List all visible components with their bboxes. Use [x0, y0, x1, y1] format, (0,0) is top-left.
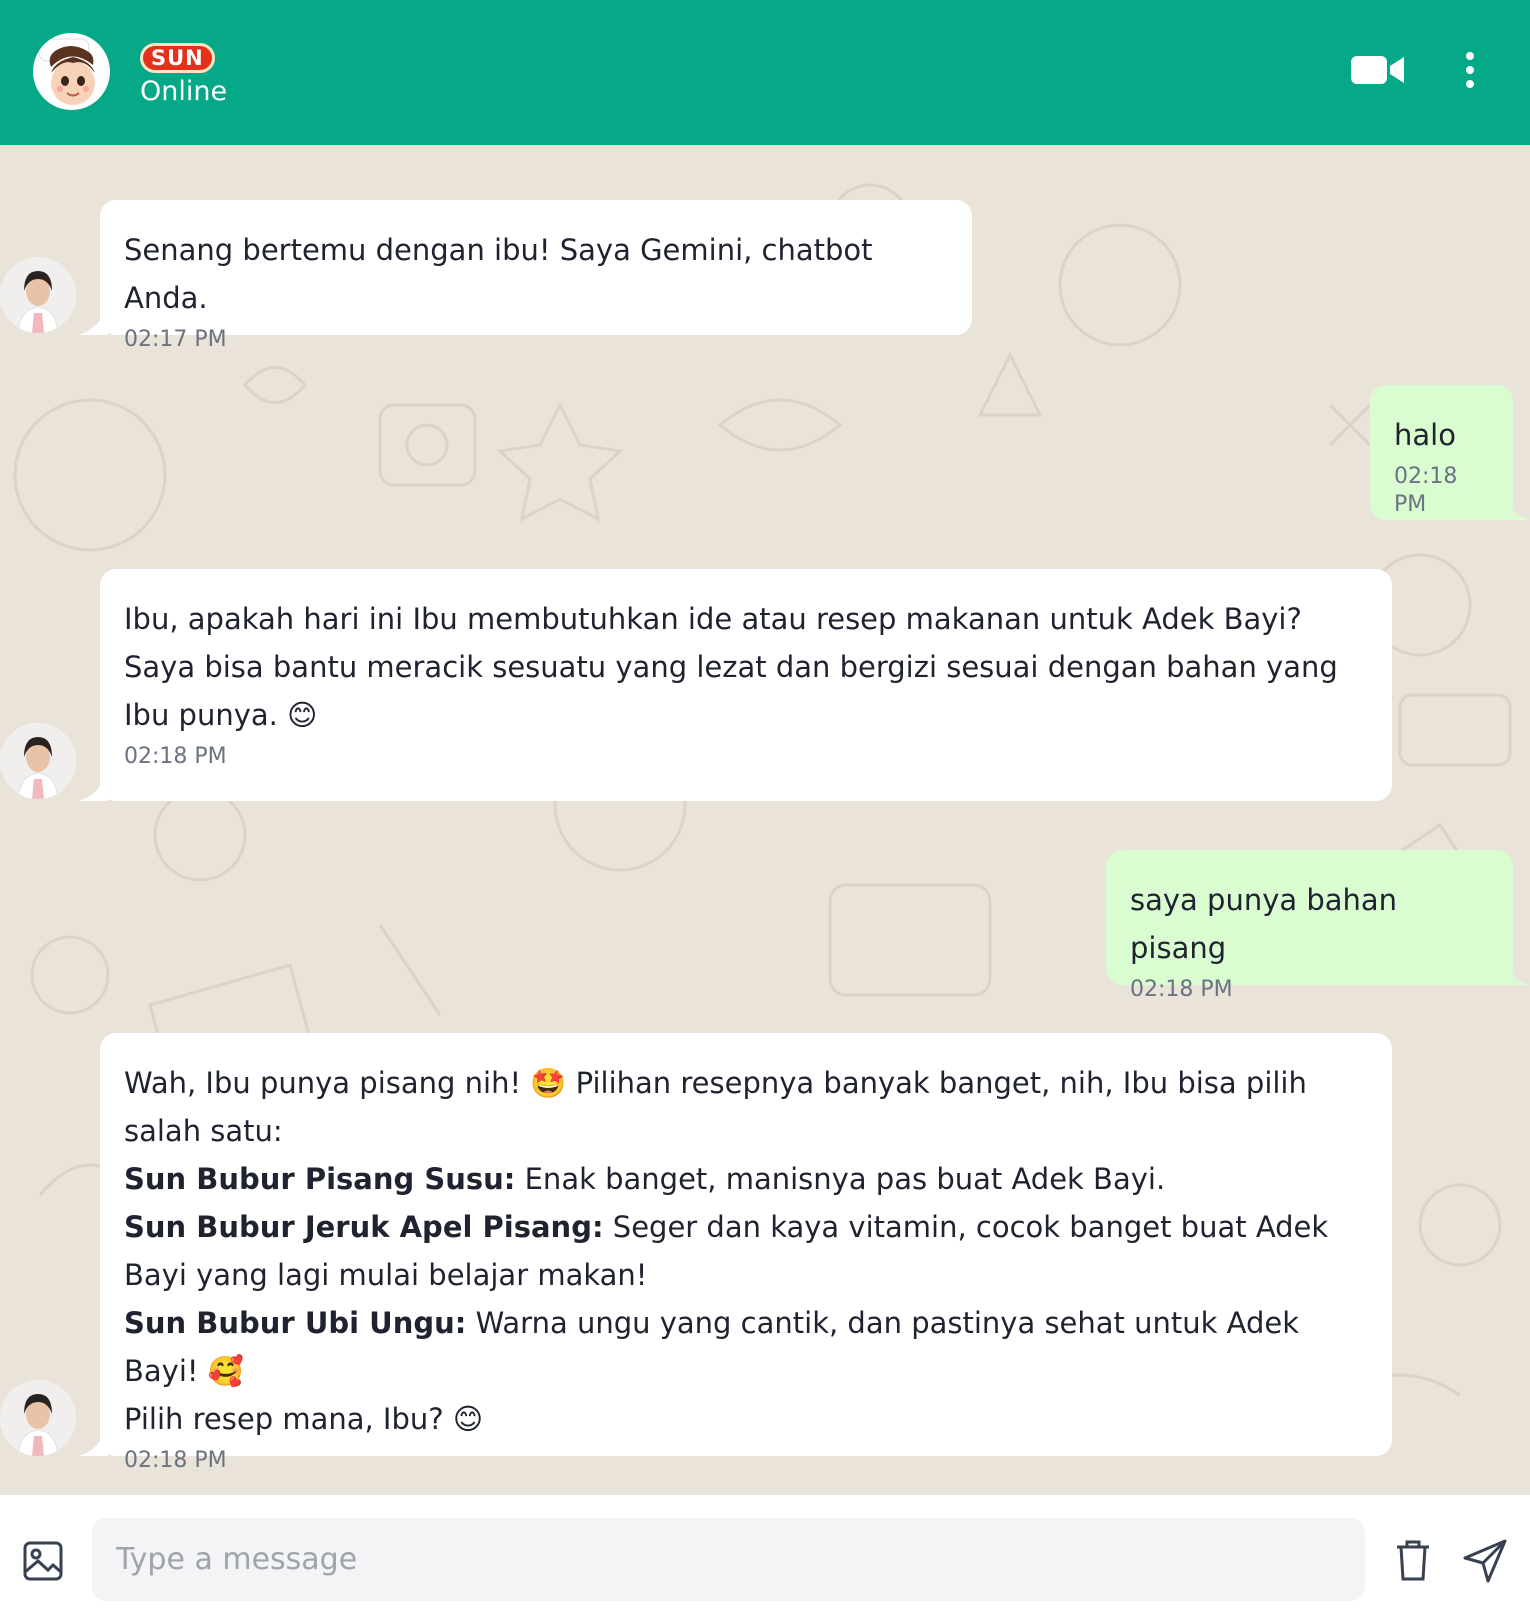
- message-bubble[interactable]: Senang bertemu dengan ibu! Saya Gemini, …: [100, 200, 972, 352]
- chat-header: SUN Online: [0, 0, 1530, 145]
- message-text: saya punya bahan pisang: [1130, 883, 1398, 965]
- bot-avatar[interactable]: [0, 723, 76, 799]
- message-bubble[interactable]: saya punya bahan pisang 02:18 PM: [1106, 850, 1513, 1002]
- message-text: Ibu, apakah hari ini Ibu membutuhkan ide…: [124, 602, 1338, 732]
- message-bubble[interactable]: Ibu, apakah hari ini Ibu membutuhkan ide…: [100, 569, 1392, 801]
- bubble-tail: [78, 1426, 108, 1456]
- recipe-name: Sun Bubur Jeruk Apel Pisang:: [124, 1210, 604, 1244]
- bot-avatar[interactable]: [0, 1380, 76, 1456]
- chat-messages[interactable]: Senang bertemu dengan ibu! Saya Gemini, …: [0, 145, 1530, 1495]
- message-text: Senang bertemu dengan ibu! Saya Gemini, …: [124, 233, 873, 315]
- brand-logo: SUN: [140, 43, 215, 73]
- recipe-desc: Enak banget, manisnya pas buat Adek Bayi…: [524, 1162, 1166, 1196]
- recipe-outro: Pilih resep mana, Ibu? 😊: [124, 1402, 484, 1436]
- trash-icon[interactable]: [1393, 1538, 1433, 1582]
- recipe-name: Sun Bubur Pisang Susu:: [124, 1162, 516, 1196]
- message-bubble[interactable]: Wah, Ibu punya pisang nih! 🤩 Pilihan res…: [100, 1033, 1392, 1473]
- message-time: 02:18 PM: [1394, 464, 1458, 517]
- message-time: 02:18 PM: [124, 744, 227, 769]
- message-input[interactable]: [92, 1518, 1365, 1601]
- bubble-tail: [1500, 955, 1530, 985]
- message-bubble[interactable]: halo 02:18 PM: [1370, 385, 1513, 520]
- bubble-tail: [78, 305, 108, 335]
- bubble-tail: [1500, 490, 1530, 520]
- more-vertical-icon[interactable]: [1460, 50, 1480, 90]
- video-camera-icon[interactable]: [1350, 50, 1406, 90]
- image-icon[interactable]: [22, 1540, 64, 1582]
- send-icon[interactable]: [1462, 1538, 1508, 1584]
- message-time: 02:18 PM: [124, 1448, 227, 1473]
- message-text: halo: [1394, 418, 1456, 452]
- message-composer: [0, 1495, 1530, 1616]
- message-time: 02:17 PM: [124, 327, 227, 352]
- bot-avatar[interactable]: [0, 257, 76, 333]
- message-text: Wah, Ibu punya pisang nih! 🤩 Pilihan res…: [124, 1059, 1368, 1443]
- mascot-avatar[interactable]: [33, 33, 110, 110]
- message-time: 02:18 PM: [1130, 977, 1233, 1002]
- recipe-name: Sun Bubur Ubi Ungu:: [124, 1306, 467, 1340]
- online-status: Online: [140, 76, 228, 107]
- recipe-intro: Wah, Ibu punya pisang nih! 🤩 Pilihan res…: [124, 1066, 1307, 1148]
- bubble-tail: [78, 771, 108, 801]
